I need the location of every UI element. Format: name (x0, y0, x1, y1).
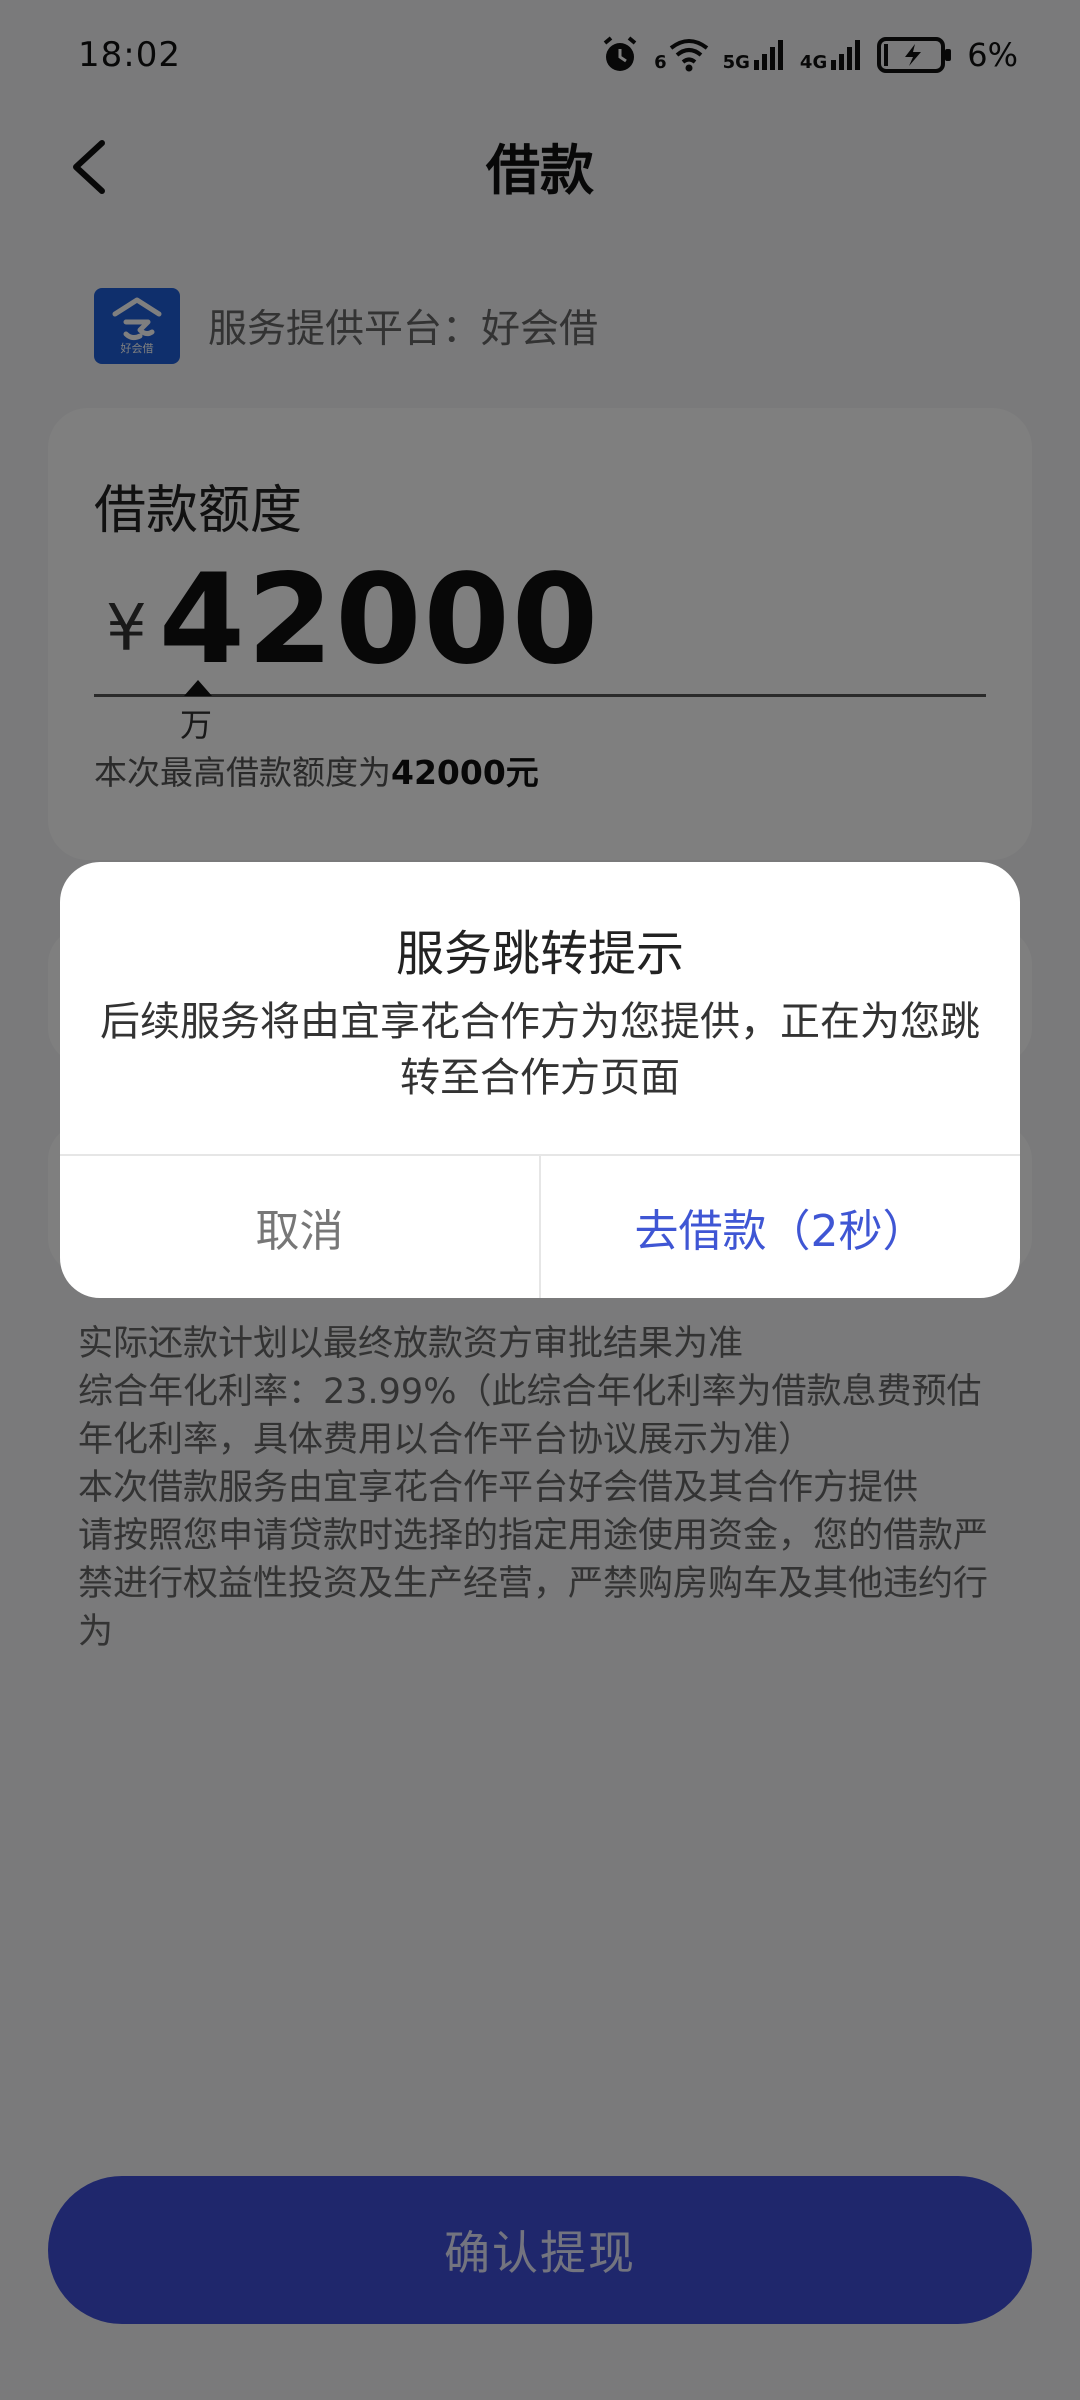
cancel-button[interactable]: 取消 (60, 1156, 541, 1298)
redirect-dialog: 服务跳转提示 后续服务将由宜享花合作方为您提供，正在为您跳转至合作方页面 取消 … (60, 862, 1020, 1298)
dialog-title: 服务跳转提示 (395, 926, 684, 982)
go-borrow-button[interactable]: 去借款（2秒） (541, 1156, 1020, 1298)
dialog-actions: 取消 去借款（2秒） (60, 1154, 1020, 1298)
dialog-message: 后续服务将由宜享花合作方为您提供，正在为您跳转至合作方页面 (100, 999, 980, 1101)
